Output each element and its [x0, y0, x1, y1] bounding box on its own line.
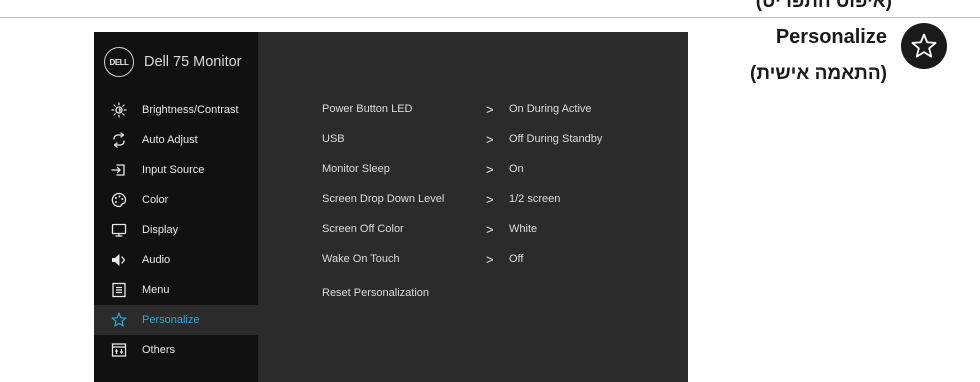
setting-value: White — [509, 223, 538, 235]
sidebar-item-label: Menu — [142, 284, 170, 296]
display-icon — [111, 222, 127, 238]
chevron-right-icon: > — [486, 251, 494, 267]
setting-label: Screen Drop Down Level — [322, 193, 445, 205]
personalize-badge — [901, 23, 947, 69]
sidebar-item-label: Audio — [142, 254, 171, 266]
sidebar-item-label: Brightness/Contrast — [142, 104, 239, 116]
previous-section-caption: (איפוס התפריט) — [755, 0, 892, 12]
sidebar-item-label: Others — [142, 344, 176, 356]
setting-row-wake-on-touch[interactable]: Wake On Touch > Off — [322, 249, 662, 269]
setting-label: Monitor Sleep — [322, 163, 390, 175]
sidebar-item-others[interactable]: Others — [94, 335, 258, 365]
setting-value: On — [509, 163, 524, 175]
section-subtitle: (התאמה אישית) — [750, 63, 887, 84]
sidebar-item-label: Color — [142, 194, 169, 206]
sidebar-item-auto-adjust[interactable]: Auto Adjust — [94, 125, 258, 155]
section-title: Personalize — [775, 26, 887, 48]
chevron-right-icon: > — [486, 191, 494, 207]
auto-adjust-icon — [111, 132, 127, 148]
setting-label: USB — [322, 133, 345, 145]
sidebar-item-display[interactable]: Display — [94, 215, 258, 245]
star-icon — [111, 312, 127, 328]
sidebar-item-label: Display — [142, 224, 179, 236]
star-outline-icon — [911, 33, 937, 58]
menu-icon — [111, 282, 127, 298]
setting-row-usb[interactable]: USB > Off During Standby — [322, 129, 662, 149]
setting-row-screen-drop-down-level[interactable]: Screen Drop Down Level > 1/2 screen — [322, 189, 662, 209]
sidebar-item-label: Auto Adjust — [142, 134, 198, 146]
input-source-icon — [111, 162, 127, 178]
setting-value: On During Active — [509, 103, 592, 115]
setting-label: Reset Personalization — [322, 287, 430, 299]
sidebar-item-audio[interactable]: Audio — [94, 245, 258, 275]
others-icon — [111, 342, 127, 358]
osd-sidebar: DELL Dell 75 Monitor Brightness/Contrast… — [94, 32, 258, 382]
sidebar-item-brightness-contrast[interactable]: Brightness/Contrast — [94, 95, 258, 125]
setting-row-power-button-led[interactable]: Power Button LED > On During Active — [322, 99, 662, 119]
sidebar-item-input-source[interactable]: Input Source — [94, 155, 258, 185]
chevron-right-icon: > — [486, 221, 494, 237]
sidebar-item-personalize[interactable]: Personalize — [94, 305, 258, 335]
setting-label: Screen Off Color — [322, 223, 404, 235]
setting-value: Off — [509, 253, 524, 265]
section-divider — [0, 17, 980, 18]
setting-row-monitor-sleep[interactable]: Monitor Sleep > On — [322, 159, 662, 179]
chevron-right-icon: > — [486, 101, 494, 117]
monitor-osd-menu: DELL Dell 75 Monitor Brightness/Contrast… — [94, 32, 688, 382]
monitor-model-name: Dell 75 Monitor — [144, 54, 242, 70]
sidebar-item-color[interactable]: Color — [94, 185, 258, 215]
sidebar-item-label: Input Source — [142, 164, 205, 176]
setting-row-reset-personalization[interactable]: Reset Personalization — [322, 283, 662, 303]
brightness-icon — [111, 102, 127, 118]
setting-value: Off During Standby — [509, 133, 603, 145]
osd-brand: DELL Dell 75 Monitor — [94, 32, 258, 92]
setting-row-screen-off-color[interactable]: Screen Off Color > White — [322, 219, 662, 239]
setting-value: 1/2 screen — [509, 193, 561, 205]
chevron-right-icon: > — [486, 131, 494, 147]
color-palette-icon — [111, 192, 127, 208]
sidebar-item-menu[interactable]: Menu — [94, 275, 258, 305]
sidebar-item-label: Personalize — [142, 314, 200, 326]
chevron-right-icon: > — [486, 161, 494, 177]
speaker-icon — [111, 252, 127, 268]
setting-label: Power Button LED — [322, 103, 413, 115]
setting-label: Wake On Touch — [322, 253, 400, 265]
dell-logo: DELL — [104, 47, 134, 77]
